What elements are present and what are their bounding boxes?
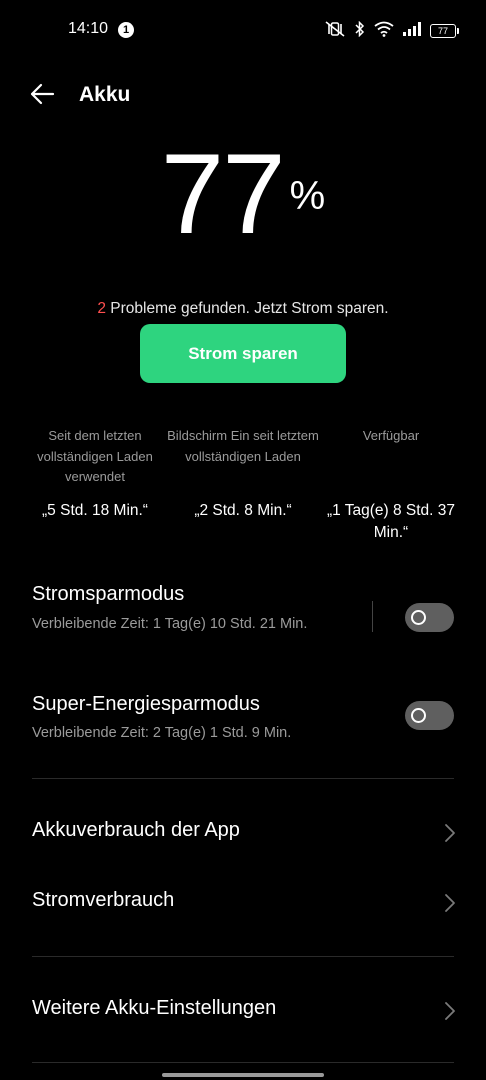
back-button[interactable] xyxy=(26,82,58,110)
bluetooth-icon xyxy=(355,20,365,42)
problems-count: 2 xyxy=(97,300,106,317)
chevron-right-icon xyxy=(444,1001,456,1021)
nav-item-app-battery-usage[interactable]: Akkuverbrauch der App xyxy=(0,805,486,861)
nav-item-power-consumption[interactable]: Stromverbrauch xyxy=(0,875,486,931)
nav-item-label: Stromverbrauch xyxy=(32,889,175,911)
arrow-left-icon xyxy=(29,83,55,110)
power-saving-title: Stromsparmodus xyxy=(32,583,185,605)
stat-label-since-charge: Seit dem letzten vollständigen Laden ver… xyxy=(37,428,153,484)
chevron-right-icon xyxy=(444,823,456,843)
vibrate-mute-icon xyxy=(324,20,346,42)
power-saving-toggle[interactable] xyxy=(405,603,454,632)
section-divider xyxy=(32,778,454,779)
page-title: Akku xyxy=(79,83,131,106)
stat-value-screen-on: „2 Std. 8 Min.“ xyxy=(194,502,292,519)
super-saving-title: Super-Energiesparmodus xyxy=(32,693,260,715)
toggle-knob xyxy=(411,610,426,625)
stat-label-available: Verfügbar xyxy=(362,428,420,443)
problems-text: Probleme gefunden. Jetzt Strom sparen. xyxy=(106,300,389,317)
stat-label-screen-on: Bildschirm Ein seit letztem vollständige… xyxy=(167,428,319,464)
power-saving-subtitle: Verbleibende Zeit: 1 Tag(e) 10 Std. 21 M… xyxy=(32,616,308,632)
super-saving-subtitle: Verbleibende Zeit: 2 Tag(e) 1 Std. 9 Min… xyxy=(32,725,292,741)
nav-item-label: Weitere Akku-Einstellungen xyxy=(32,997,277,1019)
battery-icon: 77 xyxy=(430,24,459,38)
status-icons: 77 xyxy=(324,20,459,42)
row-divider xyxy=(372,601,373,632)
notification-badge: 1 xyxy=(118,22,134,38)
stat-value-available: „1 Tag(e) 8 Std. 37 Min.“ xyxy=(326,502,456,541)
problems-message: 2 Probleme gefunden. Jetzt Strom sparen. xyxy=(0,300,486,318)
wifi-icon xyxy=(374,21,394,42)
cell-signal-icon xyxy=(403,21,421,41)
section-divider xyxy=(32,956,454,957)
toggle-knob xyxy=(411,708,426,723)
battery-percentage: 77% xyxy=(0,130,486,260)
battery-percent-value: 77 xyxy=(160,131,286,258)
section-divider xyxy=(32,1062,454,1063)
battery-percent-sign: % xyxy=(289,174,326,218)
chevron-right-icon xyxy=(444,893,456,913)
home-indicator[interactable] xyxy=(162,1073,324,1077)
save-power-button[interactable]: Strom sparen xyxy=(140,324,346,383)
nav-item-label: Akkuverbrauch der App xyxy=(32,819,240,841)
status-time: 14:10 xyxy=(68,20,109,37)
super-saving-toggle[interactable] xyxy=(405,701,454,730)
stat-value-since-charge: „5 Std. 18 Min.“ xyxy=(42,502,148,519)
nav-item-more-battery-settings[interactable]: Weitere Akku-Einstellungen xyxy=(0,983,486,1039)
